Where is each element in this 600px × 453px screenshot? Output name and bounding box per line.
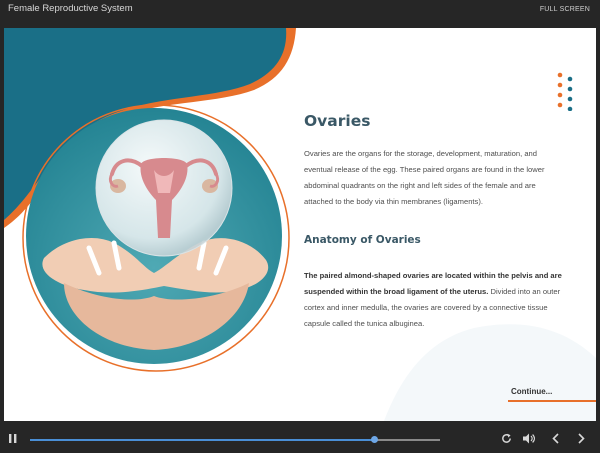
top-bar: Female Reproductive System FULL SCREEN [0, 0, 600, 28]
ovaries-illustration [22, 104, 290, 372]
section-subheading: Anatomy of Ovaries [304, 234, 421, 246]
next-button[interactable] [572, 424, 590, 453]
progress-fill [30, 439, 375, 441]
replay-button[interactable] [497, 424, 515, 453]
intro-paragraph: Ovaries are the organs for the storage, … [304, 149, 545, 206]
progress-handle[interactable] [370, 436, 378, 443]
prev-icon [551, 433, 559, 444]
continue-button[interactable]: Continue... [508, 384, 596, 402]
continue-underline [508, 400, 596, 402]
previous-button[interactable] [546, 424, 564, 453]
slide-heading: Ovaries [304, 112, 371, 130]
course-title: Female Reproductive System [8, 3, 133, 14]
pause-button[interactable] [4, 424, 22, 453]
decorative-dots [557, 72, 573, 111]
volume-icon [523, 433, 535, 444]
fullscreen-button[interactable]: FULL SCREEN [540, 6, 590, 13]
continue-label: Continue... [511, 387, 553, 396]
player-controls [0, 424, 600, 453]
next-icon [577, 433, 585, 444]
slide-canvas: Ovaries Ovaries are the organs for the s… [4, 28, 596, 421]
replay-icon [501, 433, 511, 443]
volume-button[interactable] [520, 424, 538, 453]
anatomy-paragraph: The paired almond-shaped ovaries are loc… [304, 268, 566, 332]
pause-icon [9, 434, 17, 443]
